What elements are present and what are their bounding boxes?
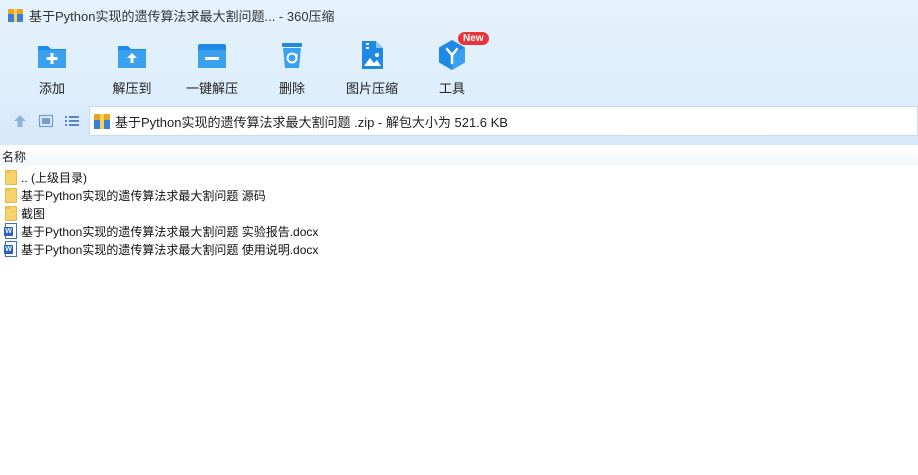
- image-compress-icon: [362, 41, 383, 69]
- add-label: 添加: [38, 81, 65, 96]
- window-title: 基于Python实现的遗传算法求最大割问题... - 360压缩: [29, 8, 335, 24]
- file-name: 基于Python实现的遗传算法求最大割问题 实验报告.docx: [21, 224, 319, 239]
- list-item-report-docx[interactable]: W 基于Python实现的遗传算法求最大割问题 实验报告.docx: [0, 222, 918, 240]
- title-bar: 基于Python实现的遗传算法求最大割问题... - 360压缩: [0, 0, 918, 30]
- delete-button[interactable]: 删除: [252, 36, 332, 98]
- column-header-name[interactable]: 名称: [0, 145, 918, 165]
- delete-label: 删除: [278, 81, 305, 96]
- navigation-bar: 基于Python实现的遗传算法求最大割问题 .zip - 解包大小为 521.6…: [0, 106, 918, 136]
- folder-icon: [4, 169, 18, 185]
- one-click-extract-label: 一键解压: [185, 81, 238, 96]
- tools-label: 工具: [438, 81, 465, 96]
- new-badge: New: [458, 32, 489, 45]
- delete-icon: [282, 43, 302, 68]
- file-name: .. (上级目录): [21, 170, 87, 185]
- list-item-parent-directory[interactable]: .. (上级目录): [0, 168, 918, 186]
- one-click-extract-button[interactable]: 一键解压: [172, 36, 252, 98]
- tools-button[interactable]: New 工具: [412, 32, 492, 98]
- toolbar: 添加 解压到 一键解压 删除 图片压缩 New 工具: [0, 32, 492, 98]
- file-name: 截图: [21, 206, 46, 221]
- app-archive-icon: [8, 8, 23, 22]
- list-view-icon[interactable]: [64, 113, 80, 129]
- top-area: 基于Python实现的遗传算法求最大割问题... - 360压缩 添加 解压到: [0, 0, 918, 145]
- file-list: .. (上级目录) 基于Python实现的遗传算法求最大割问题 源码 截图 W …: [0, 168, 918, 258]
- image-compress-label: 图片压缩: [345, 81, 398, 96]
- one-click-extract-icon: [198, 44, 226, 68]
- folder-icon: [4, 205, 18, 221]
- add-icon: [38, 46, 66, 68]
- list-item-screenshots-folder[interactable]: 截图: [0, 204, 918, 222]
- extract-to-label: 解压到: [112, 81, 152, 96]
- address-bar[interactable]: 基于Python实现的遗传算法求最大割问题 .zip - 解包大小为 521.6…: [89, 106, 918, 136]
- list-item-manual-docx[interactable]: W 基于Python实现的遗传算法求最大割问题 使用说明.docx: [0, 240, 918, 258]
- add-button[interactable]: 添加: [12, 36, 92, 98]
- file-name: 基于Python实现的遗传算法求最大割问题 使用说明.docx: [21, 242, 319, 257]
- extract-to-icon: [118, 46, 146, 68]
- word-document-icon: W: [4, 223, 18, 239]
- file-name: 基于Python实现的遗传算法求最大割问题 源码: [21, 188, 266, 203]
- folder-icon: [4, 187, 18, 203]
- thumbnail-view-icon[interactable]: [38, 113, 54, 129]
- zip-archive-icon: [94, 113, 110, 129]
- word-document-icon: W: [4, 241, 18, 257]
- list-item-source-folder[interactable]: 基于Python实现的遗传算法求最大割问题 源码: [0, 186, 918, 204]
- address-path: 基于Python实现的遗传算法求最大割问题 .zip - 解包大小为 521.6…: [115, 114, 508, 130]
- column-name-label: 名称: [2, 150, 27, 164]
- up-arrow-icon[interactable]: [12, 113, 28, 129]
- extract-to-button[interactable]: 解压到: [92, 36, 172, 98]
- image-compress-button[interactable]: 图片压缩: [332, 36, 412, 98]
